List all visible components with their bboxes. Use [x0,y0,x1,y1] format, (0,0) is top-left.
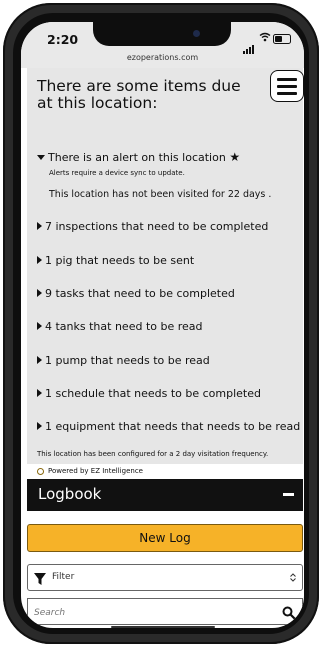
item-inspections[interactable]: 7 inspections that need to be completed [37,220,268,233]
notch [93,22,231,46]
item-pump[interactable]: 1 pump that needs to be read [37,354,210,367]
caret-right-icon [37,289,42,297]
visit-note: This location has not been visited for 2… [49,189,272,200]
caret-right-icon [37,389,42,397]
item-tasks[interactable]: 9 tasks that need to be completed [37,287,235,300]
item-label: 4 tanks that need to be read [45,320,203,333]
status-bar: 2:20 ezoperations.com [21,22,304,68]
caret-right-icon [37,322,42,330]
powered-by-label: Powered by EZ Intelligence [48,467,143,475]
item-label: 1 schedule that needs to be completed [45,387,261,400]
item-label: 9 tasks that need to be completed [45,287,235,300]
star-icon: ★ [229,150,241,164]
item-schedule[interactable]: 1 schedule that needs to be completed [37,387,261,400]
sync-note: Alerts require a device sync to update. [49,169,185,177]
page-title: There are some items due at this locatio… [37,77,241,112]
item-pig[interactable]: 1 pig that needs to be sent [37,254,194,267]
home-indicator [111,626,215,628]
filter-select[interactable]: Filter [27,564,303,591]
alert-toggle[interactable]: There is an alert on this location ★ [37,150,240,164]
logo-icon [37,467,44,475]
search-box [27,598,303,625]
caret-down-icon [37,154,45,160]
logbook-header[interactable]: Logbook [27,479,303,511]
item-label: 1 equipment that needs that needs to be … [45,420,301,433]
filter-icon [33,571,47,590]
signal-icon [243,35,255,54]
filter-label: Filter [52,572,75,582]
item-equipment[interactable]: 1 equipment that needs that needs to be … [37,420,300,433]
wifi-icon [259,32,271,45]
logbook-title: Logbook [38,485,102,503]
menu-button[interactable] [270,70,304,102]
caret-right-icon [37,222,42,230]
status-time: 2:20 [47,32,79,47]
search-input[interactable] [32,604,266,622]
search-icon[interactable] [282,605,296,624]
frequency-note: This location has been configured for a … [37,450,269,458]
item-tanks[interactable]: 4 tanks that need to be read [37,320,203,333]
alert-title: There is an alert on this location [48,151,226,164]
alert-panel: There are some items due at this locatio… [27,68,304,475]
new-log-button[interactable]: New Log [27,524,303,552]
item-label: 1 pig that needs to be sent [45,254,195,267]
caret-right-icon [37,356,42,364]
caret-right-icon [37,422,42,430]
screen: 2:20 ezoperations.com There are some ite… [21,22,304,628]
camera [193,30,200,37]
select-arrows-icon [290,573,296,584]
collapse-icon[interactable] [283,493,294,496]
address-url[interactable]: ezoperations.com [21,53,304,62]
powered-by[interactable]: Powered by EZ Intelligence [37,467,143,475]
item-label: 1 pump that needs to be read [45,354,210,367]
battery-icon [273,34,291,44]
caret-right-icon [37,256,42,264]
item-label: 7 inspections that need to be completed [45,220,269,233]
